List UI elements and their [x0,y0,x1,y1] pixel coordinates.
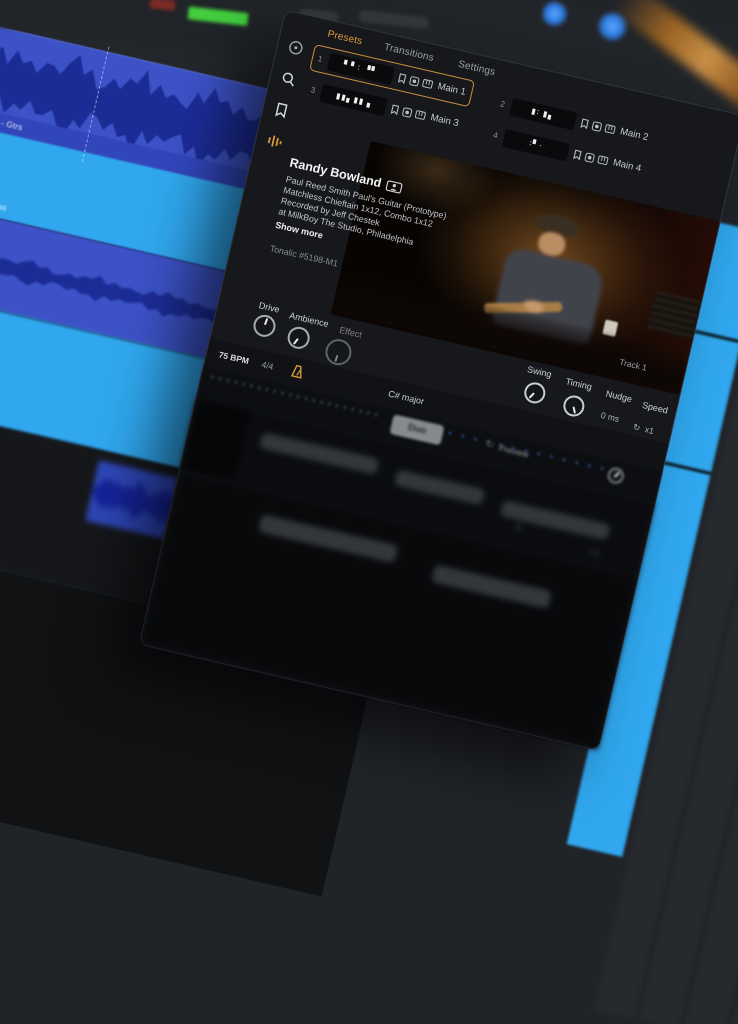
swing-knob[interactable] [522,380,547,405]
speaker-icon[interactable] [401,106,413,118]
preset-thumbnail: ▮∶ ▮▖ [509,97,577,129]
nudge-value[interactable]: 0 ms [600,410,620,424]
drive-label: Drive [258,300,281,314]
bookmark-icon[interactable] [579,117,590,129]
bookmark-icon[interactable] [397,72,408,84]
duo-button[interactable]: Duo [389,414,444,445]
preset-number: 3 [310,85,318,95]
preview-knob[interactable] [606,466,625,485]
blurred-control [258,514,398,563]
speaker-icon[interactable] [408,75,420,87]
sound-eq-icon[interactable] [265,132,284,151]
keyboard-icon[interactable] [597,155,610,166]
tab-presets[interactable]: Presets [326,29,363,48]
help-icon[interactable]: ? [514,524,522,536]
blurred-control [431,564,552,609]
bookmark-icon[interactable] [272,101,291,120]
time-signature: 4/4 [261,359,275,371]
bookmark-icon[interactable] [390,103,401,115]
notes-icon[interactable]: ♪♪ [589,547,601,560]
preset-thumbnail: ▮▮▖▮▮▗ [319,83,387,115]
preset-number: 2 [499,99,507,109]
keyboard-icon[interactable] [604,123,617,134]
speed-value[interactable]: x1 [644,424,655,436]
preset-number: 1 [317,54,325,64]
search-icon[interactable] [279,69,298,88]
ambience-knob[interactable] [285,325,311,351]
timing-label: Timing [565,376,593,392]
timing-knob[interactable] [561,393,586,418]
preset-thumbnail: ▘▘∶ ▝▘ [327,52,395,84]
toolbar-pill [358,10,429,30]
keyboard-icon[interactable] [414,109,427,120]
keyboard-icon[interactable] [421,78,434,89]
preset-thumbnail: ∶▘· [502,129,570,161]
glow-button-blue [539,0,570,29]
preset-label: Main 2 [619,126,649,143]
metronome-icon[interactable] [289,363,305,381]
preset-label: Main 4 [612,157,642,174]
nudge-label: Nudge [605,389,633,405]
effect-label: Effect [338,325,363,340]
blurred-control [394,469,485,505]
preview-label[interactable]: Preview [498,443,530,460]
dark-display-block [180,396,252,483]
drive-knob[interactable] [251,313,277,339]
tempo-display[interactable]: 75 BPM [218,349,250,366]
video-badge-icon [385,179,403,193]
scene: Presets Transitions Settings 1 ▘▘∶ ▝▘ Ma… [0,0,738,1024]
tab-settings[interactable]: Settings [457,59,496,78]
speaker-icon[interactable] [584,151,596,163]
loop-icon[interactable]: ↻ [484,439,495,452]
preset-number: 4 [492,131,500,141]
key-display[interactable]: C# major [387,389,425,407]
effect-knob[interactable] [323,337,354,368]
clip-green [187,6,248,26]
speed-reset-icon[interactable]: ↻ [632,422,641,434]
swing-label: Swing [526,364,552,379]
preset-label: Main 1 [437,81,467,98]
speed-label: Speed [641,400,669,416]
speaker-icon[interactable] [591,120,603,132]
explore-icon[interactable] [286,38,305,57]
bookmark-icon[interactable] [572,148,583,160]
blurred-control [259,432,380,475]
preset-label: Main 3 [429,112,459,129]
clip-red [150,0,176,11]
